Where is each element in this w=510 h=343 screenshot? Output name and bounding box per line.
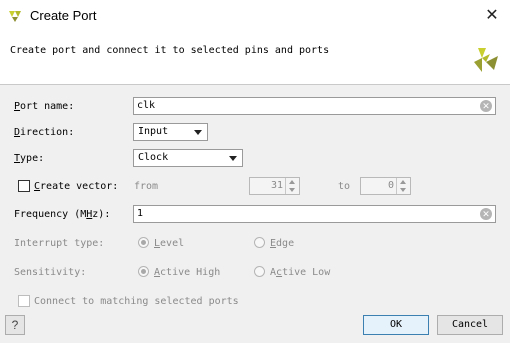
chevron-down-icon — [194, 130, 202, 135]
close-button[interactable]: ✕ — [480, 4, 504, 28]
help-icon: ? — [11, 318, 19, 332]
type-dropdown[interactable]: Clock — [133, 149, 243, 167]
to-value: 0 — [387, 180, 394, 191]
window-title: Create Port — [30, 8, 97, 23]
port-name-input[interactable]: clk ✕ — [133, 97, 496, 115]
dialog-subtitle: Create port and connect it to selected p… — [10, 45, 330, 56]
arrow-down-icon — [289, 188, 295, 192]
direction-value: Input — [138, 126, 169, 137]
sensitivity-label: Sensitivity: — [14, 267, 87, 278]
direction-label: Direction: — [14, 127, 75, 138]
interrupt-type-label: Interrupt type: — [14, 238, 105, 249]
sensitivity-active-low-radio[interactable] — [254, 266, 265, 277]
title-bar: Create Port ✕ — [0, 0, 510, 32]
from-value: 31 — [270, 180, 283, 191]
interrupt-edge-radio[interactable] — [254, 237, 265, 248]
type-label: Type: — [14, 153, 45, 164]
help-button[interactable]: ? — [5, 315, 25, 335]
from-spinner[interactable]: 31 — [249, 177, 300, 195]
sensitivity-active-high-label: Active High — [154, 267, 221, 278]
port-name-label: Port name: — [14, 101, 75, 112]
dialog-header: Create port and connect it to selected p… — [0, 32, 510, 85]
port-name-value: clk — [137, 100, 156, 111]
interrupt-level-radio[interactable] — [138, 237, 149, 248]
clear-icon[interactable]: ✕ — [480, 100, 492, 112]
from-label: from — [134, 181, 159, 192]
vivado-logo-icon — [9, 11, 21, 22]
frequency-label: Frequency (MHz): — [14, 209, 111, 220]
sensitivity-active-low-label: Active Low — [270, 267, 331, 278]
close-icon: ✕ — [485, 7, 499, 24]
to-label: to — [338, 181, 351, 192]
frequency-value: 1 — [137, 208, 144, 219]
create-vector-label: Create vector: — [34, 181, 119, 192]
connect-matching-label: Connect to matching selected ports — [34, 296, 239, 307]
vivado-logo-icon — [474, 48, 498, 72]
arrow-up-icon — [400, 180, 406, 184]
spinner-buttons[interactable] — [396, 178, 410, 194]
arrow-up-icon — [289, 180, 295, 184]
ok-button[interactable]: OK — [363, 315, 429, 335]
type-value: Clock — [138, 152, 169, 163]
interrupt-level-label: Level — [154, 238, 185, 249]
frequency-input[interactable]: 1 ✕ — [133, 205, 496, 223]
clear-icon[interactable]: ✕ — [480, 208, 492, 220]
create-vector-checkbox[interactable] — [18, 180, 30, 192]
to-spinner[interactable]: 0 — [360, 177, 411, 195]
chevron-down-icon — [229, 156, 237, 161]
create-port-dialog: Create Port ✕ Create port and connect it… — [0, 0, 510, 343]
arrow-down-icon — [400, 188, 406, 192]
connect-matching-checkbox[interactable] — [18, 295, 30, 307]
spinner-buttons[interactable] — [285, 178, 299, 194]
cancel-button[interactable]: Cancel — [437, 315, 503, 335]
sensitivity-active-high-radio[interactable] — [138, 266, 149, 277]
interrupt-edge-label: Edge — [270, 238, 295, 249]
direction-dropdown[interactable]: Input — [133, 123, 208, 141]
